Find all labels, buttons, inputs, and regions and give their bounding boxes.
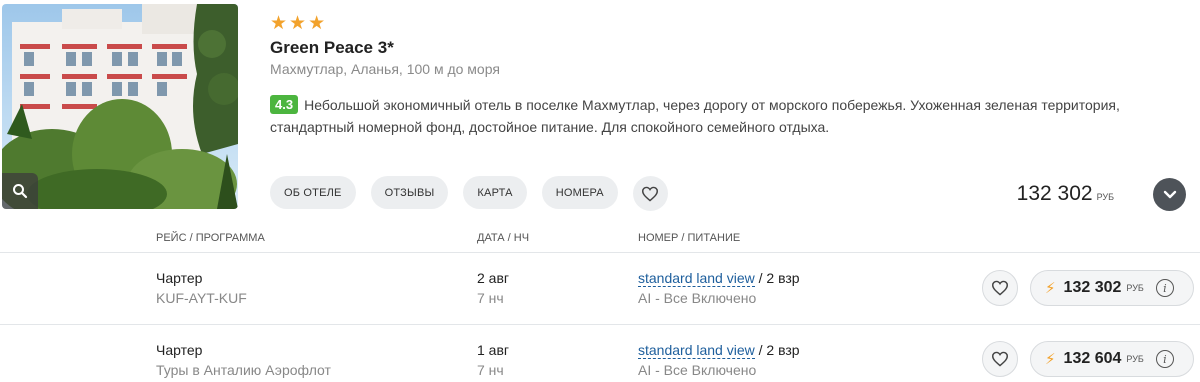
heart-icon (991, 351, 1009, 367)
heart-icon (991, 280, 1009, 296)
room-type-link[interactable]: standard land view (638, 270, 755, 287)
offer-price: 132 302 (1063, 279, 1122, 296)
description-text: Небольшой экономичный отель в поселке Ма… (270, 97, 1120, 135)
hotel-stars: ★ ★ ★ (270, 14, 325, 34)
offer-program: KUF-AYT-KUF (156, 290, 247, 306)
expand-offers-button[interactable] (1153, 178, 1186, 211)
offer-meal: AI - Все Включено (638, 290, 757, 306)
offer-flight-type: Чартер (156, 342, 203, 358)
divider (0, 252, 1200, 253)
room-occupancy: / 2 взр (754, 270, 800, 286)
column-header-date: ДАТА / НЧ (477, 232, 530, 244)
hotel-description: 4.3 Небольшой экономичный отель в поселке… (270, 94, 1180, 138)
magnifier-icon (13, 184, 28, 199)
offer-currency: РУБ (1126, 354, 1144, 364)
offer-favorite-button[interactable] (982, 341, 1018, 377)
offer-room: standard land view / 2 взр (638, 270, 800, 287)
hotel-favorite-button[interactable] (632, 176, 668, 211)
hotel-min-price: 132 302 РУБ (1017, 182, 1114, 206)
heart-icon (642, 186, 659, 202)
chevron-down-icon (1163, 190, 1176, 198)
star-icon: ★ (308, 13, 326, 34)
column-header-flight: РЕЙС / ПРОГРАММА (156, 232, 265, 244)
offer-price: 132 604 (1063, 350, 1122, 367)
lightning-icon: ⚡ (1045, 280, 1056, 297)
price-value: 132 302 (1016, 182, 1093, 205)
star-icon: ★ (270, 13, 288, 34)
offer-nights: 7 нч (477, 362, 504, 378)
offer-meal: AI - Все Включено (638, 362, 757, 378)
hotel-photo[interactable] (2, 4, 238, 209)
hotel-name[interactable]: Green Peace 3* (270, 38, 394, 58)
offer-price-button[interactable]: ⚡ 132 604 РУБ i (1030, 341, 1194, 377)
photo-zoom-button[interactable] (2, 173, 38, 209)
offer-room: standard land view / 2 взр (638, 342, 800, 359)
offer-date: 1 авг (477, 342, 510, 358)
tab-about-hotel[interactable]: ОБ ОТЕЛЕ (270, 176, 356, 209)
offer-program: Туры в Анталию Аэрофлот (156, 362, 331, 378)
tab-map[interactable]: КАРТА (463, 176, 527, 209)
info-icon[interactable]: i (1155, 279, 1174, 297)
star-icon: ★ (289, 13, 307, 34)
offer-currency: РУБ (1126, 283, 1144, 293)
lightning-icon: ⚡ (1045, 351, 1056, 368)
hotel-location: Махмутлар, Аланья, 100 м до моря (270, 61, 500, 77)
room-occupancy: / 2 взр (754, 342, 800, 358)
tab-reviews[interactable]: ОТЗЫВЫ (370, 176, 449, 209)
rating-badge: 4.3 (270, 95, 299, 114)
hotel-tabs: ОБ ОТЕЛЕ ОТЗЫВЫ КАРТА НОМЕРА (270, 176, 668, 211)
room-type-link[interactable]: standard land view (638, 342, 755, 359)
offer-nights: 7 нч (477, 290, 504, 306)
offer-price-button[interactable]: ⚡ 132 302 РУБ i (1030, 270, 1194, 306)
tab-rooms[interactable]: НОМЕРА (541, 176, 618, 209)
offer-favorite-button[interactable] (982, 270, 1018, 306)
column-header-room: НОМЕР / ПИТАНИЕ (638, 232, 741, 244)
price-currency: РУБ (1096, 192, 1114, 202)
divider (0, 324, 1200, 325)
info-icon[interactable]: i (1155, 350, 1174, 368)
offer-flight-type: Чартер (156, 270, 203, 286)
offer-date: 2 авг (477, 270, 510, 286)
